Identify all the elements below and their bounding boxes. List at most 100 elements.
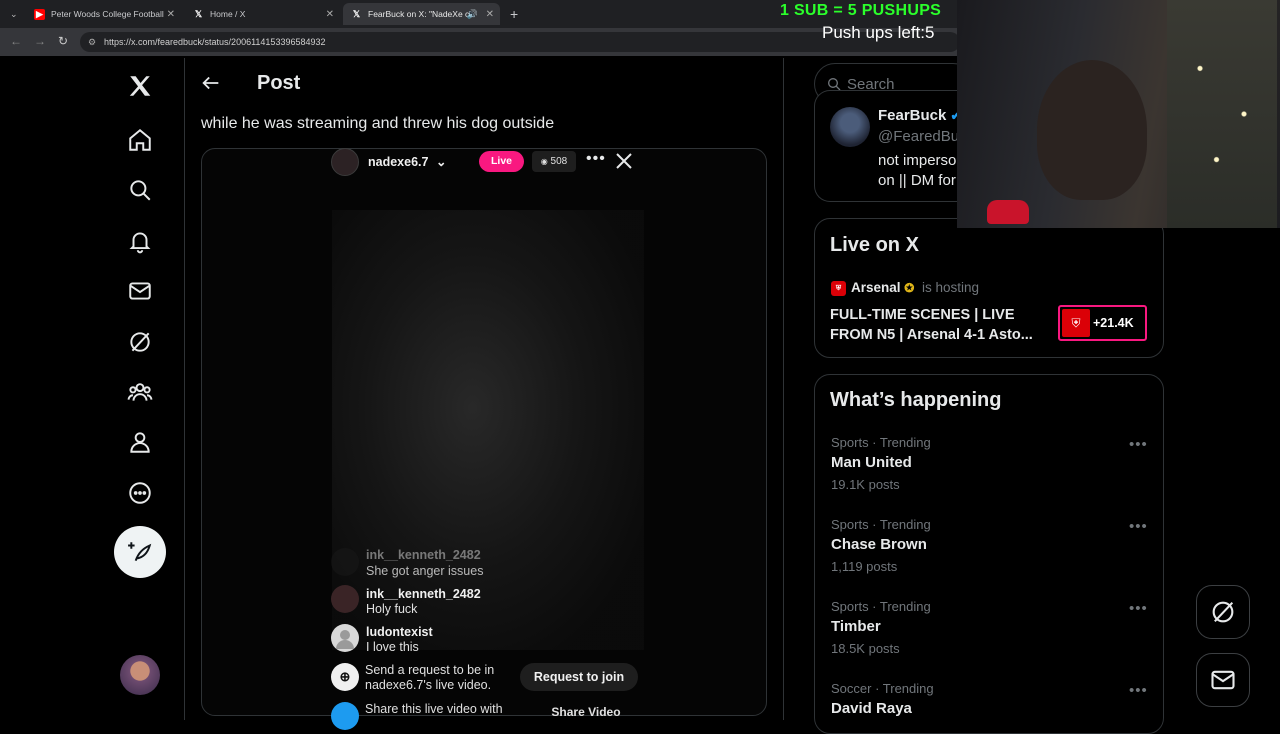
live-stream-title-2[interactable]: FROM N5 | Arsenal 4-1 Asto... — [830, 327, 1033, 343]
tab-title: FearBuck on X: "NadeXe cr — [368, 9, 473, 19]
share-video-button[interactable]: Share Video — [535, 705, 637, 725]
chevron-down-icon: ⌄ — [435, 155, 447, 169]
more-options-icon[interactable]: ••• — [586, 150, 606, 168]
live-join-count-button[interactable]: ⛨ +21.4K — [1058, 305, 1147, 341]
profile-name[interactable]: FearBuck ✔ — [878, 107, 961, 124]
video-join-icon: ⊕ — [339, 669, 351, 684]
close-tab-icon[interactable]: ✕ — [486, 9, 494, 20]
close-icon — [616, 153, 632, 169]
share-icon-circle — [331, 702, 359, 730]
page-title: Post — [257, 72, 301, 94]
tab-fearbuck[interactable]: 𝕏 FearBuck on X: "NadeXe cr 🔊 ✕ — [343, 3, 500, 25]
more-circle-icon — [129, 482, 151, 504]
trend-category: Soccer · Trending — [831, 681, 934, 696]
live-host-name[interactable]: Arsenal ✪ — [851, 280, 914, 295]
chat-avatar — [331, 548, 359, 576]
nav-explore[interactable] — [120, 170, 160, 210]
x-home-logo[interactable] — [120, 66, 160, 106]
nav-more[interactable] — [120, 473, 160, 513]
feather-plus-icon — [128, 542, 152, 561]
live-count: +21.4K — [1093, 316, 1134, 330]
share-text: Share this live video with — [365, 702, 503, 716]
trend-category: Sports · Trending — [831, 435, 931, 450]
tab-home-x[interactable]: 𝕏 Home / X ✕ — [185, 3, 340, 25]
streamer-name[interactable]: nadexe6.7 ⌄ — [368, 154, 446, 169]
trend-more-icon[interactable]: ••• — [1129, 682, 1148, 699]
whats-happening-card — [814, 374, 1164, 734]
tab-list-button[interactable]: ⌄ — [2, 3, 24, 25]
chat-message: Holy fuck — [366, 602, 418, 616]
chat-avatar — [331, 624, 359, 652]
is-hosting-label: is hosting — [922, 280, 980, 295]
forward-icon[interactable]: → — [34, 34, 46, 48]
nav-messages[interactable] — [120, 271, 160, 311]
video-frame — [332, 210, 644, 650]
back-icon[interactable]: ← — [10, 34, 22, 48]
tab-title: Home / X — [210, 9, 246, 19]
nav-profile[interactable] — [120, 422, 160, 462]
trend-name[interactable]: Timber — [831, 618, 881, 635]
nav-grok[interactable] — [120, 322, 160, 362]
trend-post-count: 19.1K posts — [831, 477, 900, 492]
chat-avatar — [331, 585, 359, 613]
trend-name[interactable]: David Raya — [831, 700, 912, 717]
profile-avatar[interactable] — [830, 107, 870, 147]
floating-grok-button[interactable] — [1196, 585, 1250, 639]
webcam-person — [1037, 60, 1147, 200]
account-avatar[interactable] — [120, 655, 160, 695]
streamer-avatar[interactable] — [331, 148, 359, 176]
request-icon-circle: ⊕ — [331, 663, 359, 691]
christmas-tree — [1167, 0, 1277, 228]
red-cup — [987, 200, 1029, 224]
mail-icon — [1211, 670, 1235, 690]
arsenal-logo-icon: ⛨ — [831, 281, 846, 296]
profile-bio-2: on || DM for — [878, 172, 956, 189]
url-text: https://x.com/fearedbuck/status/20061141… — [104, 37, 326, 47]
x-logo-icon: 𝕏 — [194, 8, 203, 19]
arrow-left-icon — [202, 76, 219, 90]
new-tab-button[interactable]: + — [502, 3, 524, 25]
floating-messages-button[interactable] — [1196, 653, 1250, 707]
home-icon — [129, 128, 151, 151]
communities-icon — [127, 383, 153, 401]
trend-name[interactable]: Chase Brown — [831, 536, 927, 553]
trend-more-icon[interactable]: ••• — [1129, 600, 1148, 617]
arsenal-logo-icon: ⛨ — [1062, 309, 1090, 337]
trend-more-icon[interactable]: ••• — [1129, 436, 1148, 453]
site-info-icon[interactable]: ⚙ — [88, 32, 96, 52]
reload-icon[interactable]: ↻ — [58, 34, 68, 48]
compose-post-button[interactable] — [114, 526, 166, 578]
request-to-join-button[interactable]: Request to join — [520, 663, 638, 691]
chat-message: She got anger issues — [366, 564, 484, 578]
tweet-text: while he was streaming and threw his dog… — [201, 115, 555, 132]
grok-icon — [130, 332, 150, 352]
live-stream-title-1[interactable]: FULL-TIME SCENES | LIVE — [830, 307, 1015, 323]
close-tab-icon[interactable]: ✕ — [167, 9, 175, 20]
chat-message: I love this — [366, 640, 419, 654]
nav-home[interactable] — [120, 120, 160, 160]
profile-bio-1: not imperso — [878, 152, 957, 169]
webcam-overlay — [957, 0, 1280, 228]
bell-icon — [129, 232, 151, 254]
youtube-icon: ▶ — [34, 8, 45, 20]
close-tab-icon[interactable]: ✕ — [326, 9, 334, 20]
trend-category: Sports · Trending — [831, 517, 931, 532]
eye-icon: ◉ — [540, 157, 548, 166]
grok-icon — [1212, 601, 1234, 623]
trend-more-icon[interactable]: ••• — [1129, 518, 1148, 535]
trend-post-count: 18.5K posts — [831, 641, 900, 656]
trend-post-count: 1,119 posts — [831, 559, 898, 574]
nav-communities[interactable] — [120, 372, 160, 412]
nav-notifications[interactable] — [120, 221, 160, 261]
x-logo-icon — [129, 76, 151, 96]
live-badge: Live — [479, 151, 524, 172]
back-button[interactable] — [200, 72, 222, 94]
audio-icon[interactable]: 🔊 — [467, 9, 478, 20]
tab-peter-woods[interactable]: ▶ Peter Woods College Football ✕ — [26, 3, 181, 25]
sub-pushup-banner: 1 SUB = 5 PUSHUPS — [780, 2, 942, 19]
close-stream-button[interactable] — [614, 151, 634, 171]
profile-icon — [130, 432, 150, 453]
request-text-1: Send a request to be in — [365, 663, 495, 677]
trend-name[interactable]: Man United — [831, 454, 912, 471]
pushups-left-counter: Push ups left:5 — [822, 23, 935, 42]
